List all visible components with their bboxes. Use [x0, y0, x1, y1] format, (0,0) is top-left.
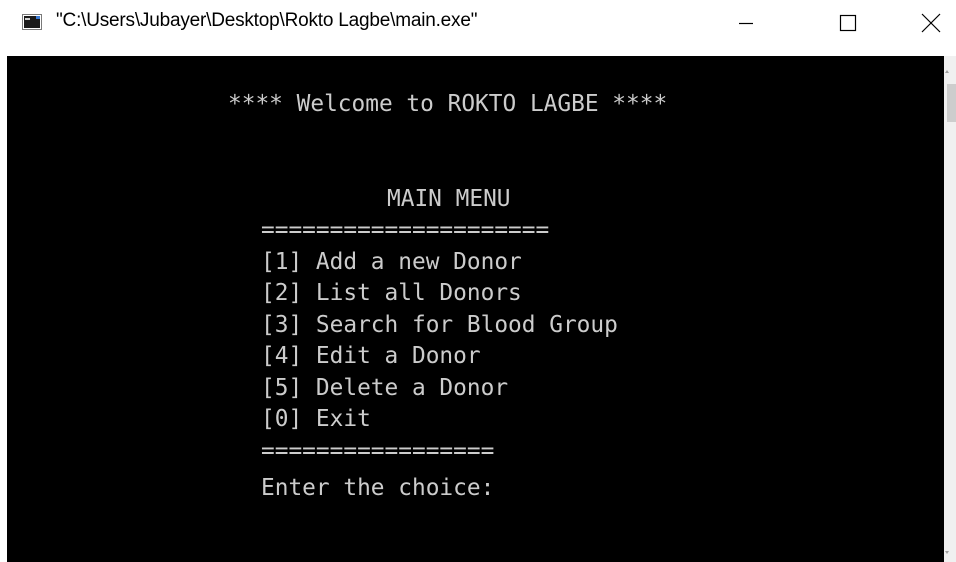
choice-prompt[interactable]: Enter the choice:	[261, 473, 494, 504]
maximize-button[interactable]	[818, 0, 878, 45]
scroll-up-arrow-icon[interactable]	[945, 70, 949, 73]
console-window: "C:\Users\Jubayer\Desktop\Rokto Lagbe\ma…	[0, 0, 956, 562]
console-output[interactable]: **** Welcome to ROKTO LAGBE **** MAIN ME…	[7, 56, 944, 562]
menu-divider-bottom: =================	[261, 438, 495, 464]
close-icon	[921, 13, 941, 32]
vertical-scrollbar[interactable]	[944, 56, 956, 562]
menu-option: [2] List all Donors	[261, 280, 522, 306]
title-bar[interactable]: "C:\Users\Jubayer\Desktop\Rokto Lagbe\ma…	[0, 0, 956, 45]
maximize-icon	[839, 14, 857, 31]
scroll-down-arrow-icon[interactable]	[945, 551, 949, 554]
menu-option: [0] Exit	[261, 406, 371, 432]
menu-option: [5] Delete a Donor	[261, 375, 509, 401]
menu-divider-top: =====================	[261, 217, 550, 243]
scroll-thumb[interactable]	[947, 84, 956, 122]
minimize-button[interactable]	[716, 0, 776, 45]
menu-option: [4] Edit a Donor	[261, 343, 481, 369]
minimize-icon	[739, 22, 753, 24]
close-button[interactable]	[906, 0, 956, 45]
welcome-banner: **** Welcome to ROKTO LAGBE ****	[228, 91, 668, 117]
menu-option: [3] Search for Blood Group	[261, 312, 618, 338]
console-app-icon	[22, 14, 42, 30]
window-title: "C:\Users\Jubayer\Desktop\Rokto Lagbe\ma…	[56, 10, 478, 31]
menu-title: MAIN MENU	[387, 186, 511, 212]
menu-option: [1] Add a new Donor	[261, 249, 522, 275]
